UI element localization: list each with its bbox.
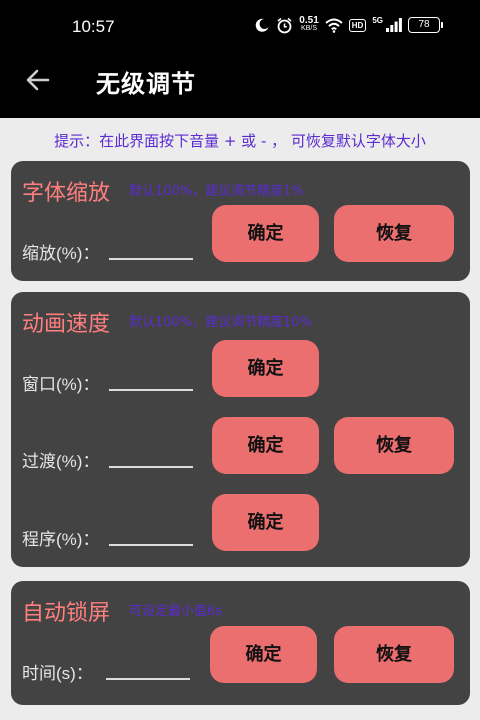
window-confirm-button[interactable]: 确定 bbox=[212, 340, 319, 397]
transition-restore-button[interactable]: 恢复 bbox=[334, 417, 454, 474]
auto-lock-confirm-button[interactable]: 确定 bbox=[210, 626, 317, 683]
window-label: 窗口(%)： bbox=[22, 375, 100, 394]
page-title: 无级调节 bbox=[96, 70, 196, 98]
auto-lock-restore-button[interactable]: 恢复 bbox=[334, 626, 454, 683]
program-confirm-button[interactable]: 确定 bbox=[212, 494, 319, 551]
arrow-left-icon[interactable] bbox=[22, 64, 54, 96]
app-bar: 无级调节 bbox=[0, 44, 480, 118]
status-time: 10:57 bbox=[72, 17, 115, 36]
time-label: 时间(s)： bbox=[22, 664, 93, 683]
signal-icon bbox=[386, 16, 402, 34]
network-speed: 0.51 KB/S bbox=[299, 15, 319, 33]
transition-confirm-button[interactable]: 确定 bbox=[212, 417, 319, 474]
scale-input[interactable] bbox=[109, 258, 193, 260]
status-bar: 10:57 0.51 KB/S HD 5G 78 bbox=[0, 0, 480, 44]
animation-speed-title: 动画速度 bbox=[22, 312, 111, 337]
program-input[interactable] bbox=[109, 544, 193, 546]
hint-text: 提示：在此界面按下音量 + 或 - ， 可恢复默认字体大小 bbox=[54, 132, 426, 150]
font-scale-restore-button[interactable]: 恢复 bbox=[334, 205, 454, 262]
transition-label: 过渡(%)： bbox=[22, 452, 100, 471]
window-input[interactable] bbox=[109, 389, 193, 391]
program-label: 程序(%)： bbox=[22, 530, 100, 549]
alarm-icon bbox=[276, 16, 293, 34]
auto-lock-card: 自动锁屏 可设定最小值6s 时间(s)： 确定 恢复 bbox=[11, 581, 470, 705]
auto-lock-subtitle: 可设定最小值6s bbox=[129, 604, 223, 619]
hd-badge: HD bbox=[348, 18, 367, 32]
wifi-icon bbox=[325, 16, 343, 34]
animation-speed-subtitle: 默认100%，建议调节精度10% bbox=[129, 315, 313, 330]
font-scale-confirm-button[interactable]: 确定 bbox=[212, 205, 319, 262]
animation-speed-card: 动画速度 默认100%，建议调节精度10% 窗口(%)： 确定 过渡(%)： 确… bbox=[11, 292, 470, 567]
auto-lock-title: 自动锁屏 bbox=[22, 601, 111, 626]
font-scale-card: 字体缩放 默认100%，建议调节精度1% 缩放(%)： 确定 恢复 bbox=[11, 161, 470, 281]
battery-icon: 78 bbox=[408, 17, 443, 33]
time-input[interactable] bbox=[106, 678, 190, 680]
font-scale-subtitle: 默认100%，建议调节精度1% bbox=[129, 184, 304, 199]
status-icons: 0.51 KB/S HD 5G 78 bbox=[254, 15, 443, 34]
moon-icon bbox=[254, 16, 270, 34]
transition-input[interactable] bbox=[109, 466, 193, 468]
font-scale-title: 字体缩放 bbox=[22, 181, 111, 206]
signal-5g-label: 5G bbox=[372, 16, 383, 25]
scale-label: 缩放(%)： bbox=[22, 244, 100, 263]
